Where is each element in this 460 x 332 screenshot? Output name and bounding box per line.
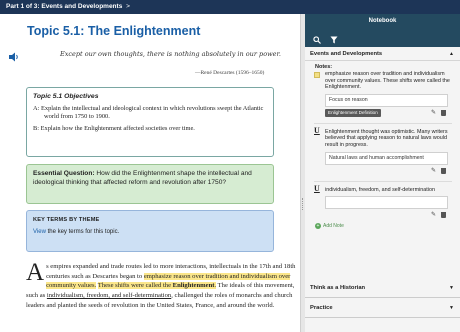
divider bbox=[314, 122, 452, 124]
epigraph-author: —René Descartes (1596–1650) bbox=[195, 70, 265, 76]
filter-icon[interactable] bbox=[330, 36, 338, 44]
notes-label: Notes: bbox=[315, 64, 333, 70]
section-label: Think as a Historian bbox=[310, 285, 366, 291]
highlighted-text-part: These shifts were called the bbox=[97, 282, 173, 290]
trash-icon[interactable] bbox=[441, 167, 446, 174]
note-text: Enlightenment thought was optimistic. Ma… bbox=[325, 128, 448, 148]
section-think-as-a-historian[interactable]: Think as a Historian ▼ bbox=[305, 278, 460, 298]
highlighted-text[interactable]: These shifts were called the Enlightenme… bbox=[97, 282, 217, 290]
notebook-header: Notebook bbox=[305, 14, 460, 47]
note-tag[interactable]: Enlightenment Definition bbox=[325, 108, 381, 118]
page-title: Topic 5.1: The Enlightenment bbox=[27, 24, 201, 38]
section-label: Practice bbox=[310, 305, 333, 311]
section-events-and-developments[interactable]: Events and Developments ▲ bbox=[305, 47, 460, 61]
note-comment-field[interactable] bbox=[325, 196, 448, 210]
note-tools: ✎ bbox=[314, 167, 450, 177]
enlightenment-term: Enlightenment bbox=[172, 282, 215, 290]
highlight-marker-icon bbox=[314, 72, 320, 78]
caret-up-icon[interactable]: ▲ bbox=[449, 47, 454, 61]
divider bbox=[314, 180, 452, 182]
notebook-panel: Notebook Events and Developments ▲ Notes… bbox=[305, 14, 460, 332]
note-item[interactable]: U Enlightenment thought was optimistic. … bbox=[314, 125, 450, 177]
objectives-box: Topic 5.1 Objectives A: Explain the inte… bbox=[26, 87, 274, 157]
note-item[interactable]: emphasize reason over tradition and indi… bbox=[314, 71, 450, 119]
underline-marker-icon: U bbox=[314, 183, 320, 193]
essential-question-label: Essential Question: bbox=[33, 170, 95, 177]
view-key-terms-link[interactable]: View bbox=[33, 229, 46, 235]
objectives-heading: Topic 5.1 Objectives bbox=[33, 93, 99, 100]
underline-marker-icon: U bbox=[314, 125, 320, 135]
note-text: individualism, freedom, and self-determi… bbox=[325, 186, 435, 193]
note-item[interactable]: U individualism, freedom, and self-deter… bbox=[314, 183, 450, 222]
note-text: emphasize reason over tradition and indi… bbox=[325, 71, 450, 91]
collapsed-sections: Think as a Historian ▼ Practice ▼ bbox=[305, 278, 460, 318]
edit-pencil-icon[interactable]: ✎ bbox=[431, 168, 436, 175]
resize-grip-icon[interactable] bbox=[302, 198, 304, 210]
section-practice[interactable]: Practice ▼ bbox=[305, 298, 460, 318]
top-bar[interactable]: Part 1 of 3: Events and Developments > bbox=[0, 0, 460, 14]
add-note-button[interactable]: + Add Note bbox=[315, 221, 460, 231]
key-terms-text: the key terms for this topic. bbox=[45, 229, 120, 235]
objective-item: A: Explain the intellectual and ideologi… bbox=[33, 105, 264, 120]
epigraph-quote: Except our own thoughts, there is nothin… bbox=[60, 50, 281, 58]
essential-question-box: Essential Question: How did the Enlighte… bbox=[26, 164, 274, 204]
notebook-title: Notebook bbox=[368, 18, 397, 24]
speaker-icon[interactable] bbox=[8, 52, 20, 62]
plus-icon: + bbox=[315, 223, 321, 230]
note-tools: ✎ bbox=[314, 211, 450, 221]
edit-pencil-icon[interactable]: ✎ bbox=[431, 212, 436, 219]
note-comment-field[interactable]: Focus on reason bbox=[325, 93, 448, 107]
search-icon[interactable] bbox=[313, 36, 321, 44]
section-label: Events and Developments bbox=[310, 51, 383, 57]
trash-icon[interactable] bbox=[441, 109, 446, 116]
key-terms-heading: KEY TERMS BY THEME bbox=[33, 217, 100, 223]
drop-cap: A bbox=[26, 259, 45, 286]
reading-pane: Topic 5.1: The Enlightenment Except our … bbox=[0, 14, 300, 332]
part-label[interactable]: Part 1 of 3: Events and Developments bbox=[6, 3, 122, 10]
edit-pencil-icon[interactable]: ✎ bbox=[431, 110, 436, 117]
add-note-label: Add Note bbox=[323, 223, 344, 230]
note-comment-field[interactable]: Natural laws and human accomplishment bbox=[325, 151, 448, 165]
chevron-right-icon[interactable]: > bbox=[126, 3, 130, 10]
caret-down-icon[interactable]: ▼ bbox=[449, 298, 454, 318]
body-paragraph: As empires expanded and trade routes led… bbox=[26, 259, 296, 311]
trash-icon[interactable] bbox=[441, 212, 446, 219]
key-terms-box: KEY TERMS BY THEME View the key terms fo… bbox=[26, 210, 274, 252]
note-tools: Enlightenment Definition ✎ bbox=[314, 108, 450, 119]
caret-down-icon[interactable]: ▼ bbox=[449, 278, 454, 298]
objective-item: B: Explain how the Enlightenment affecte… bbox=[33, 125, 195, 132]
underlined-text[interactable]: individualism, freedom, and self-determi… bbox=[47, 292, 171, 299]
